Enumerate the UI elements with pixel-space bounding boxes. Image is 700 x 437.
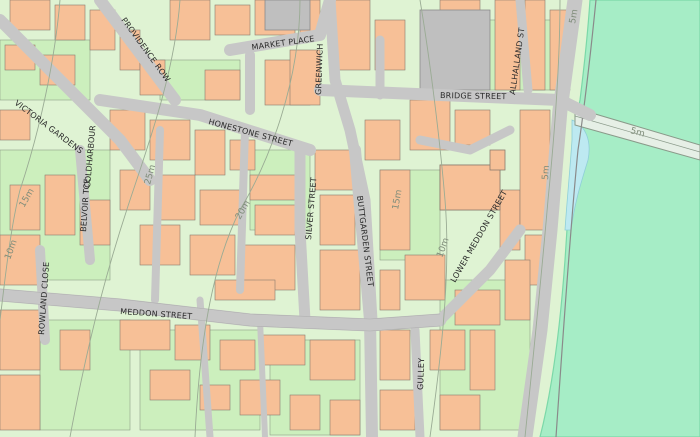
market-hall xyxy=(264,0,311,31)
label-gulley: GULLEY xyxy=(416,358,426,390)
map-viewport[interactable]: 5m 10m 15m 20m 25m 15m 10m 5m 5m PROVIDE… xyxy=(0,0,700,437)
label-greenwich: GREENWICH xyxy=(314,43,325,95)
large-building xyxy=(419,9,491,91)
contour-label-5m-left: 5m xyxy=(541,165,552,180)
label-bridge-street: BRIDGE STREET xyxy=(440,91,507,101)
map-canvas[interactable]: 5m 10m 15m 20m 25m 15m 10m 5m 5m PROVIDE… xyxy=(0,0,700,437)
